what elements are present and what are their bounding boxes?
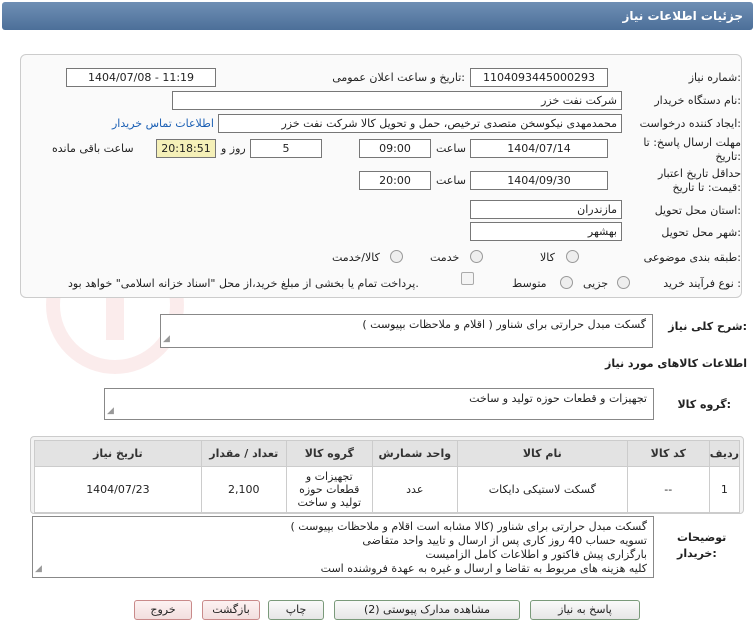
summary-text: گسکت مبدل حرارتی برای شناور ( اقلام و مل… bbox=[362, 318, 646, 331]
cell-name: گسکت لاستیکی دایکات bbox=[456, 466, 628, 513]
goods-info-title: اطلاعات کالاهای مورد نیاز bbox=[605, 357, 747, 370]
cell-group: تجهیزات و قطعات حوزه تولید و ساخت bbox=[285, 466, 373, 513]
city-field[interactable]: بهشهر bbox=[470, 222, 622, 241]
print-button[interactable]: چاپ bbox=[268, 600, 324, 620]
buyer-org-label: نام دستگاه خریدار: bbox=[654, 94, 741, 107]
reply-button[interactable]: پاسخ به نیاز bbox=[530, 600, 640, 620]
announce-label: تاریخ و ساعت اعلان عمومی: bbox=[332, 71, 465, 84]
province-field[interactable]: مازندران bbox=[470, 200, 622, 219]
process-radio-medium[interactable] bbox=[560, 276, 573, 289]
validity-label: حداقل تاریخ اعتبار قیمت: تا تاریخ: bbox=[657, 167, 741, 194]
cell-code: -- bbox=[626, 466, 710, 513]
col-header-date: تاریخ نیاز bbox=[34, 440, 202, 467]
announce-field[interactable]: 1404/07/08 - 11:19 bbox=[66, 68, 216, 87]
treasury-payment-checkbox[interactable] bbox=[461, 272, 474, 285]
goods-group-label: گروه کالا: bbox=[677, 398, 731, 411]
process-label: نوع فرآیند خرید : bbox=[663, 277, 741, 290]
days-field[interactable]: 5 bbox=[250, 139, 322, 158]
goods-group-textarea[interactable]: تجهیزات و قطعات حوزه تولید و ساخت ◢ bbox=[104, 388, 654, 420]
summary-label: شرح کلی نیاز: bbox=[668, 320, 747, 333]
col-header-code: کد کالا bbox=[626, 440, 710, 467]
process-radio-minor[interactable] bbox=[617, 276, 630, 289]
process-option-minor: جزیی bbox=[583, 277, 609, 290]
cell-unit: عدد bbox=[371, 466, 458, 513]
notes-line: تسویه حساب 40 روز کاری پس از ارسال و تای… bbox=[362, 534, 647, 547]
remaining-time-field: 20:18:51 bbox=[156, 139, 216, 158]
cell-qty: 2,100 bbox=[200, 466, 287, 513]
notes-line: گسکت مبدل حرارتی برای شناور (کالا مشابه … bbox=[290, 520, 647, 533]
requester-label: ایجاد کننده درخواست: bbox=[639, 117, 741, 130]
notes-line: کلیه هزینه های مربوط به تقاضا و ارسال و … bbox=[320, 562, 647, 575]
notes-textarea[interactable]: گسکت مبدل حرارتی برای شناور (کالا مشابه … bbox=[32, 516, 654, 578]
validity-time-field[interactable]: 20:00 bbox=[359, 171, 431, 190]
city-label: شهر محل تحویل: bbox=[661, 226, 741, 239]
table-row[interactable]: 1 -- گسکت لاستیکی دایکات عدد تجهیزات و ق… bbox=[34, 466, 741, 513]
cell-row: 1 bbox=[708, 466, 741, 513]
resize-grip-icon[interactable]: ◢ bbox=[163, 332, 170, 346]
resize-grip-icon[interactable]: ◢ bbox=[107, 404, 114, 418]
col-header-row: ردیف bbox=[708, 440, 741, 467]
deadline-time-label: ساعت bbox=[436, 142, 466, 155]
category-label: طبقه بندی موضوعی: bbox=[643, 251, 741, 264]
category-radio-goods[interactable] bbox=[566, 250, 579, 263]
goods-group-text: تجهیزات و قطعات حوزه تولید و ساخت bbox=[469, 392, 647, 405]
treasury-payment-note: پرداخت تمام یا بخشی از مبلغ خرید،از محل … bbox=[68, 277, 419, 290]
table-header-row: ردیف کد کالا نام کالا واحد شمارش گروه کا… bbox=[34, 440, 741, 467]
notes-label: توضیحات خریدار: bbox=[677, 531, 727, 560]
page-header: جزئیات اطلاعات نیاز bbox=[2, 2, 753, 30]
need-number-field[interactable]: 1104093445000293 bbox=[470, 68, 608, 87]
col-header-qty: تعداد / مقدار bbox=[200, 440, 287, 467]
category-radio-both[interactable] bbox=[390, 250, 403, 263]
province-label: استان محل تحویل: bbox=[654, 204, 741, 217]
remaining-label: ساعت باقی مانده bbox=[52, 142, 134, 155]
requester-field[interactable]: محمدمهدی نیکوسخن متصدی ترخیص، حمل و تحوی… bbox=[218, 114, 622, 133]
category-option-goods: کالا bbox=[540, 251, 555, 264]
deadline-label: مهلت ارسال پاسخ: تا تاریخ: bbox=[643, 136, 741, 163]
category-radio-service[interactable] bbox=[470, 250, 483, 263]
validity-date-field[interactable]: 1404/09/30 bbox=[470, 171, 608, 190]
attachments-button[interactable]: مشاهده مدارک پیوستی (2) bbox=[334, 600, 520, 620]
items-table: ردیف کد کالا نام کالا واحد شمارش گروه کا… bbox=[34, 440, 741, 513]
col-header-unit: واحد شمارش bbox=[371, 440, 458, 467]
cell-date: 1404/07/23 bbox=[34, 466, 202, 513]
process-option-medium: متوسط bbox=[512, 277, 547, 290]
buyer-contact-link[interactable]: اطلاعات تماس خریدار bbox=[112, 117, 214, 130]
notes-line: بارگزاری پیش فاکتور و اطلاعات کامل الزام… bbox=[425, 548, 647, 561]
category-option-both: کالا/خدمت bbox=[332, 251, 380, 264]
category-option-service: خدمت bbox=[430, 251, 460, 264]
back-button[interactable]: بازگشت bbox=[202, 600, 260, 620]
days-label: روز و bbox=[221, 142, 246, 155]
resize-grip-icon[interactable]: ◢ bbox=[35, 562, 42, 576]
summary-textarea[interactable]: گسکت مبدل حرارتی برای شناور ( اقلام و مل… bbox=[160, 314, 653, 348]
need-number-label: شماره نیاز: bbox=[688, 71, 741, 84]
validity-time-label: ساعت bbox=[436, 174, 466, 187]
deadline-time-field[interactable]: 09:00 bbox=[359, 139, 431, 158]
col-header-group: گروه کالا bbox=[285, 440, 373, 467]
buyer-org-field[interactable]: شرکت نفت خزر bbox=[172, 91, 622, 110]
exit-button[interactable]: خروج bbox=[134, 600, 192, 620]
deadline-date-field[interactable]: 1404/07/14 bbox=[470, 139, 608, 158]
col-header-name: نام کالا bbox=[456, 440, 628, 467]
